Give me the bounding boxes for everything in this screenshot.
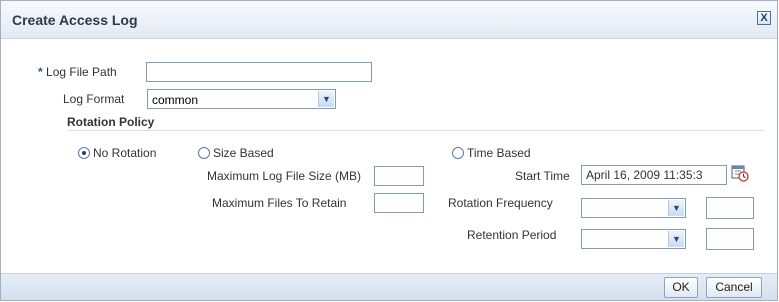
rotation-frequency-label: Rotation Frequency <box>448 196 553 210</box>
radio-selected-indicator <box>78 147 90 159</box>
section-divider <box>67 130 765 131</box>
radio-time-based-label: Time Based <box>467 146 531 160</box>
radio-size-based-label: Size Based <box>213 146 274 160</box>
chevron-down-icon: ▼ <box>668 200 684 216</box>
max-log-file-size-input[interactable] <box>374 166 424 186</box>
log-format-value: common <box>152 93 199 107</box>
log-file-path-input[interactable] <box>146 62 372 82</box>
start-time-input[interactable]: April 16, 2009 11:35:3 <box>581 165 727 185</box>
retention-period-count-input[interactable] <box>706 228 754 250</box>
log-format-label: Log Format <box>63 92 125 106</box>
radio-no-rotation-label: No Rotation <box>93 146 157 160</box>
retention-period-select[interactable]: ▼ <box>581 229 686 249</box>
radio-no-rotation[interactable]: No Rotation <box>78 146 156 160</box>
max-files-to-retain-input[interactable] <box>374 193 424 213</box>
dialog-titlebar: Create Access Log X <box>1 1 777 39</box>
ok-button[interactable]: OK <box>664 277 698 298</box>
close-glyph: X <box>760 12 768 24</box>
log-format-select[interactable]: common ▼ <box>147 89 336 109</box>
chevron-down-icon: ▼ <box>318 91 334 107</box>
max-log-file-size-label: Maximum Log File Size (MB) <box>207 169 362 183</box>
dialog-title: Create Access Log <box>12 12 138 28</box>
dialog-footer: OK Cancel <box>1 273 777 300</box>
log-file-path-label-text: Log File Path <box>46 65 117 79</box>
radio-unselected-indicator <box>198 147 210 159</box>
start-time-label: Start Time <box>515 169 570 183</box>
close-icon[interactable]: X <box>757 11 771 25</box>
radio-size-based[interactable]: Size Based <box>198 146 274 160</box>
radio-time-based[interactable]: Time Based <box>452 146 531 160</box>
required-marker: * <box>38 65 43 79</box>
calendar-clock-icon[interactable] <box>731 164 749 182</box>
cancel-button[interactable]: Cancel <box>706 277 762 298</box>
radio-unselected-indicator <box>452 147 464 159</box>
retention-period-label: Retention Period <box>467 228 557 242</box>
rotation-policy-heading: Rotation Policy <box>67 115 155 129</box>
rotation-frequency-count-input[interactable] <box>706 197 754 219</box>
create-access-log-dialog: Create Access Log X * Log File Path Log … <box>0 0 778 301</box>
max-files-to-retain-label: Maximum Files To Retain <box>212 196 347 210</box>
rotation-frequency-select[interactable]: ▼ <box>581 198 686 218</box>
chevron-down-icon: ▼ <box>668 231 684 247</box>
log-file-path-label: * Log File Path <box>38 65 117 79</box>
